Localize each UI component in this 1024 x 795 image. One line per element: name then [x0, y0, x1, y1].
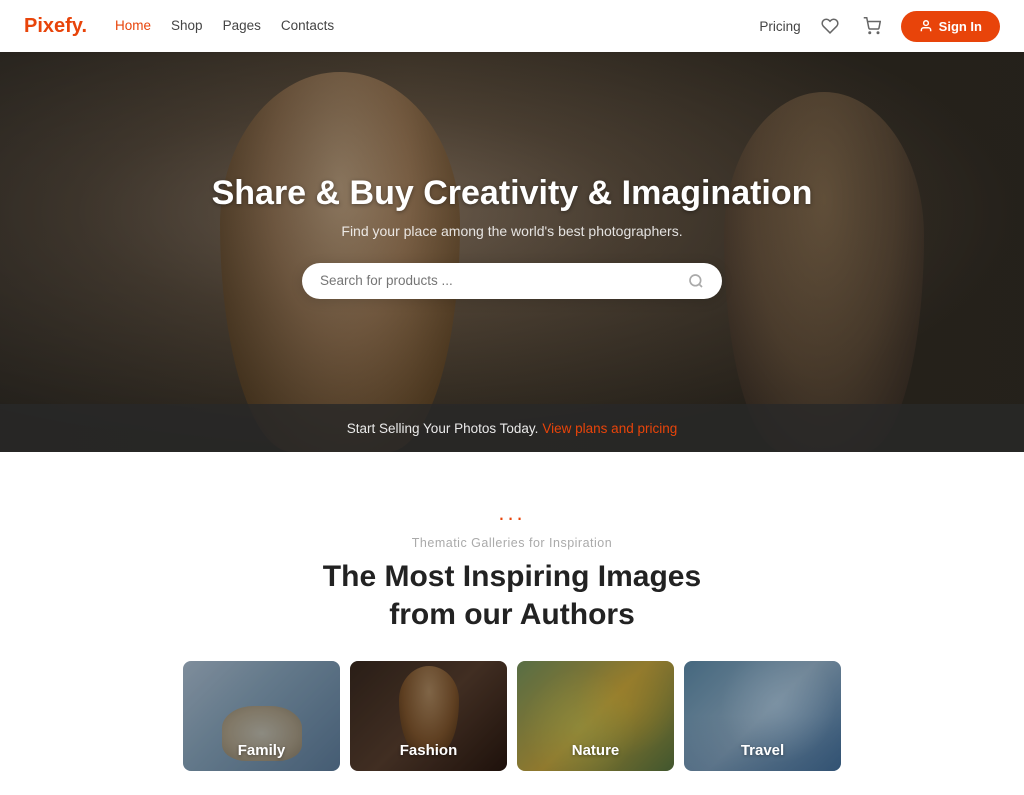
nav-link-shop[interactable]: Shop: [171, 18, 203, 33]
search-icon: [688, 273, 704, 289]
section-title-line1: The Most Inspiring Images: [323, 560, 701, 593]
section-title-line2: from our Authors: [389, 598, 635, 631]
navbar-left: Pixefy. Home Shop Pages Contacts: [24, 15, 334, 38]
nav-item-contacts[interactable]: Contacts: [281, 17, 334, 35]
galleries-section: ... Thematic Galleries for Inspiration T…: [0, 452, 1024, 795]
gallery-card-fashion[interactable]: Fashion: [350, 661, 507, 771]
hero-section: Share & Buy Creativity & Imagination Fin…: [0, 52, 1024, 452]
bottom-text: Start Selling Your Photos Today.: [347, 421, 539, 436]
hero-title: Share & Buy Creativity & Imagination: [212, 174, 813, 213]
nav-links: Home Shop Pages Contacts: [115, 17, 334, 35]
hero-content: Share & Buy Creativity & Imagination Fin…: [0, 52, 1024, 400]
logo[interactable]: Pixefy.: [24, 15, 87, 38]
search-input[interactable]: [320, 273, 688, 288]
wishlist-button[interactable]: [817, 13, 843, 39]
section-dots: ...: [24, 500, 1000, 526]
pricing-link[interactable]: Pricing: [759, 19, 800, 34]
section-title: The Most Inspiring Images from our Autho…: [24, 558, 1000, 633]
bottom-link[interactable]: View plans and pricing: [542, 421, 677, 436]
nav-item-pages[interactable]: Pages: [223, 17, 261, 35]
nav-link-contacts[interactable]: Contacts: [281, 18, 334, 33]
nav-item-home[interactable]: Home: [115, 17, 151, 35]
navbar-right: Pricing Sign In: [759, 11, 1000, 42]
gallery-grid: Family Fashion Nature Travel: [24, 661, 1000, 771]
navbar: Pixefy. Home Shop Pages Contacts Pricing: [0, 0, 1024, 52]
gallery-card-travel[interactable]: Travel: [684, 661, 841, 771]
nav-item-shop[interactable]: Shop: [171, 17, 203, 35]
hero-search-bar[interactable]: [302, 263, 722, 299]
logo-dot: .: [81, 15, 87, 37]
search-button[interactable]: [688, 273, 704, 289]
logo-text: Pixefy: [24, 15, 81, 37]
nav-link-home[interactable]: Home: [115, 18, 151, 33]
signin-label: Sign In: [939, 19, 982, 34]
gallery-card-nature[interactable]: Nature: [517, 661, 674, 771]
section-label: Thematic Galleries for Inspiration: [24, 536, 1000, 550]
signin-button[interactable]: Sign In: [901, 11, 1000, 42]
cart-button[interactable]: [859, 13, 885, 39]
user-icon: [919, 19, 933, 33]
heart-icon: [821, 17, 839, 35]
gallery-card-family[interactable]: Family: [183, 661, 340, 771]
nav-link-pages[interactable]: Pages: [223, 18, 261, 33]
hero-subtitle: Find your place among the world's best p…: [341, 223, 682, 239]
hero-bottom-bar: Start Selling Your Photos Today. View pl…: [0, 404, 1024, 452]
cart-icon: [863, 17, 881, 35]
